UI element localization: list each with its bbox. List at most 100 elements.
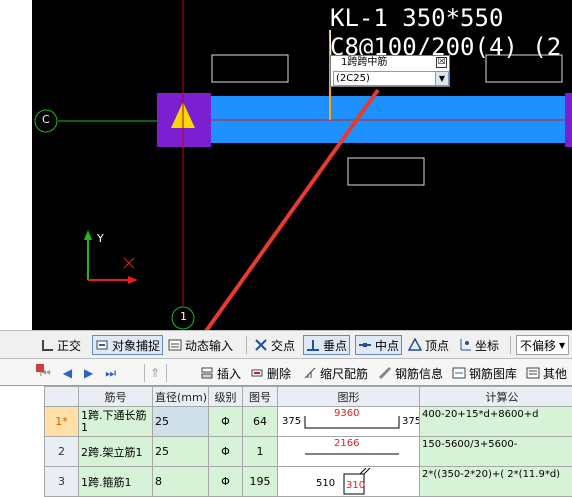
col-header-bar-no[interactable]: 筋号 — [79, 387, 153, 407]
rebar-shape-drawing: 375 9360 375 — [280, 408, 417, 436]
shape-cell[interactable]: 510 310 — [278, 467, 420, 497]
midpoint-label: 中点 — [375, 337, 399, 354]
next-record-icon[interactable]: ▶ — [84, 366, 93, 380]
rebar-value-text: (2C25) — [336, 73, 370, 84]
shape-left-length: 375 — [282, 416, 301, 427]
formula-cell[interactable]: 2*((350-2*20)+( 2*(11.9*d) — [420, 467, 572, 497]
scale-rebar-button[interactable]: 缩尺配筋 — [303, 363, 368, 383]
bar-name-cell[interactable]: 1跨.箍筋1 — [79, 467, 153, 497]
perpendicular-label: 垂点 — [323, 337, 347, 354]
snap-toolbar: 正交 对象捕捉 动态输入 交点 垂点 中点 顶点 坐标 不偏移 ▼ — [0, 330, 572, 358]
move-up-icon[interactable]: ⇑ — [150, 363, 160, 383]
delete-label: 删除 — [267, 365, 291, 382]
row-number[interactable]: 1* — [45, 407, 79, 437]
rebar-grid-table: 筋号 直径(mm) 级别 图号 图形 计算公 1* 1跨.下通长筋1 25 Φ … — [44, 386, 572, 497]
other-button[interactable]: 其他 — [526, 363, 567, 383]
diameter-cell[interactable]: 25 — [153, 437, 209, 467]
row-number[interactable]: 3 — [45, 467, 79, 497]
offset-select[interactable]: 不偏移 ▼ — [516, 335, 569, 355]
midpoint-snap-button[interactable]: 中点 — [355, 335, 402, 355]
col-header-formula[interactable]: 计算公 — [420, 387, 572, 407]
ortho-label: 正交 — [57, 337, 81, 354]
bar-name-cell[interactable]: 2跨.架立筋1 — [79, 437, 153, 467]
shape-cell[interactable]: 375 9360 375 — [278, 407, 420, 437]
col-header-grade[interactable]: 级别 — [209, 387, 243, 407]
record-nav: ⏮ ◀ ▶ ⏭ — [40, 363, 116, 383]
toolbar-divider — [246, 336, 247, 354]
object-snap-button[interactable]: 对象捕捉 — [92, 335, 163, 355]
col-header-diameter[interactable]: 直径(mm) — [153, 387, 209, 407]
formula-cell[interactable]: 400-20+15*d+8600+d — [420, 407, 572, 437]
beam-name-text: KL-1 350*550 — [330, 4, 503, 32]
midpoint-icon — [358, 338, 372, 352]
figure-no-cell[interactable]: 195 — [243, 467, 278, 497]
rebar-info-button[interactable]: 钢筋信息 — [378, 363, 443, 383]
dynamic-input-button[interactable]: 动态输入 — [168, 335, 233, 355]
diameter-value: 25 — [155, 415, 169, 428]
grade-cell[interactable]: Φ — [209, 437, 243, 467]
table-header-row: 筋号 直径(mm) 级别 图号 图形 计算公 — [45, 387, 572, 407]
table-row[interactable]: 2 2跨.架立筋1 25 Φ 1 2166 150-5600/3+5600- — [45, 437, 572, 467]
last-record-icon[interactable]: ⏭ — [105, 366, 116, 381]
rebar-table: 筋号 直径(mm) 级别 图号 图形 计算公 1* 1跨.下通长筋1 25 Φ … — [0, 385, 572, 496]
toolbar-divider — [166, 364, 167, 382]
other-label: 其他 — [543, 365, 567, 382]
col-header-shape[interactable]: 图形 — [278, 387, 420, 407]
coordinate-snap-button[interactable]: 坐标 — [458, 335, 499, 355]
bar-name: 1跨.箍筋1 — [81, 476, 132, 489]
row-number-header — [45, 387, 79, 407]
coordinate-icon — [458, 338, 472, 352]
figure-no-cell[interactable]: 1 — [243, 437, 278, 467]
bar-name: 1跨.下通长筋1 — [81, 409, 147, 434]
diameter-cell[interactable]: 25 — [153, 407, 209, 437]
ucs-x-label: X — [124, 255, 132, 268]
row-number[interactable]: 2 — [45, 437, 79, 467]
grade-cell[interactable]: Φ — [209, 467, 243, 497]
grade-cell[interactable]: Φ — [209, 407, 243, 437]
cad-drawing-canvas[interactable]: KL-1 350*550 C8@100/200(4) (2 C 1 Y X 1跨… — [0, 0, 572, 330]
insert-label: 插入 — [217, 365, 241, 382]
table-row[interactable]: 1* 1跨.下通长筋1 25 Φ 64 375 9360 375 400-20+… — [45, 407, 572, 437]
table-row[interactable]: 3 1跨.箍筋1 8 Φ 195 510 310 2*((350-2*20)+(… — [45, 467, 572, 497]
column-right — [565, 93, 572, 147]
other-icon — [526, 366, 540, 380]
object-snap-icon — [95, 338, 109, 352]
popup-title: 1跨跨中筋 — [341, 56, 387, 70]
vertex-snap-button[interactable]: 顶点 — [408, 335, 449, 355]
col-header-figure-no[interactable]: 图号 — [243, 387, 278, 407]
intersection-snap-button[interactable]: 交点 — [254, 335, 295, 355]
diameter-cell[interactable]: 8 — [153, 467, 209, 497]
rebar-value-select[interactable]: (2C25) ▼ — [333, 71, 449, 86]
chevron-down-icon[interactable]: ▼ — [435, 72, 448, 85]
coordinate-label: 坐标 — [475, 337, 499, 354]
dynamic-input-label: 动态输入 — [185, 337, 233, 354]
prev-record-icon[interactable]: ◀ — [63, 366, 72, 380]
close-icon[interactable]: ☒ — [436, 57, 447, 68]
vertex-icon — [408, 338, 422, 352]
shape-mid-length: 310 — [346, 480, 365, 491]
diameter-value: 8 — [155, 475, 162, 488]
chevron-down-icon: ▼ — [559, 341, 565, 350]
figure-no: 64 — [253, 415, 267, 428]
intersection-label: 交点 — [271, 337, 295, 354]
shape-left-length: 510 — [316, 478, 335, 489]
perpendicular-snap-button[interactable]: 垂点 — [303, 335, 350, 355]
formula-cell[interactable]: 150-5600/3+5600- — [420, 437, 572, 467]
grade-symbol: Φ — [221, 445, 230, 458]
diameter-value: 25 — [155, 445, 169, 458]
rebar-toolbar: ⏮ ◀ ▶ ⏭ ⇑ 插入 删除 缩尺配筋 钢筋信息 钢筋图库 其他 — [0, 358, 572, 385]
ortho-button[interactable]: 正交 — [40, 335, 81, 355]
perpendicular-icon — [306, 338, 320, 352]
grade-symbol: Φ — [221, 415, 230, 428]
scale-rebar-label: 缩尺配筋 — [320, 365, 368, 382]
delete-button[interactable]: 删除 — [250, 363, 291, 383]
shape-cell[interactable]: 2166 — [278, 437, 420, 467]
rebar-edit-popup[interactable]: 1跨跨中筋 ☒ (2C25) ▼ — [330, 55, 450, 87]
rebar-library-button[interactable]: 钢筋图库 — [452, 363, 517, 383]
bar-name: 2跨.架立筋1 — [81, 446, 143, 459]
grid-1-label: 1 — [180, 310, 187, 323]
delete-icon — [250, 366, 264, 380]
figure-no-cell[interactable]: 64 — [243, 407, 278, 437]
bar-name-cell[interactable]: 1跨.下通长筋1 — [79, 407, 153, 437]
insert-button[interactable]: 插入 — [200, 363, 241, 383]
